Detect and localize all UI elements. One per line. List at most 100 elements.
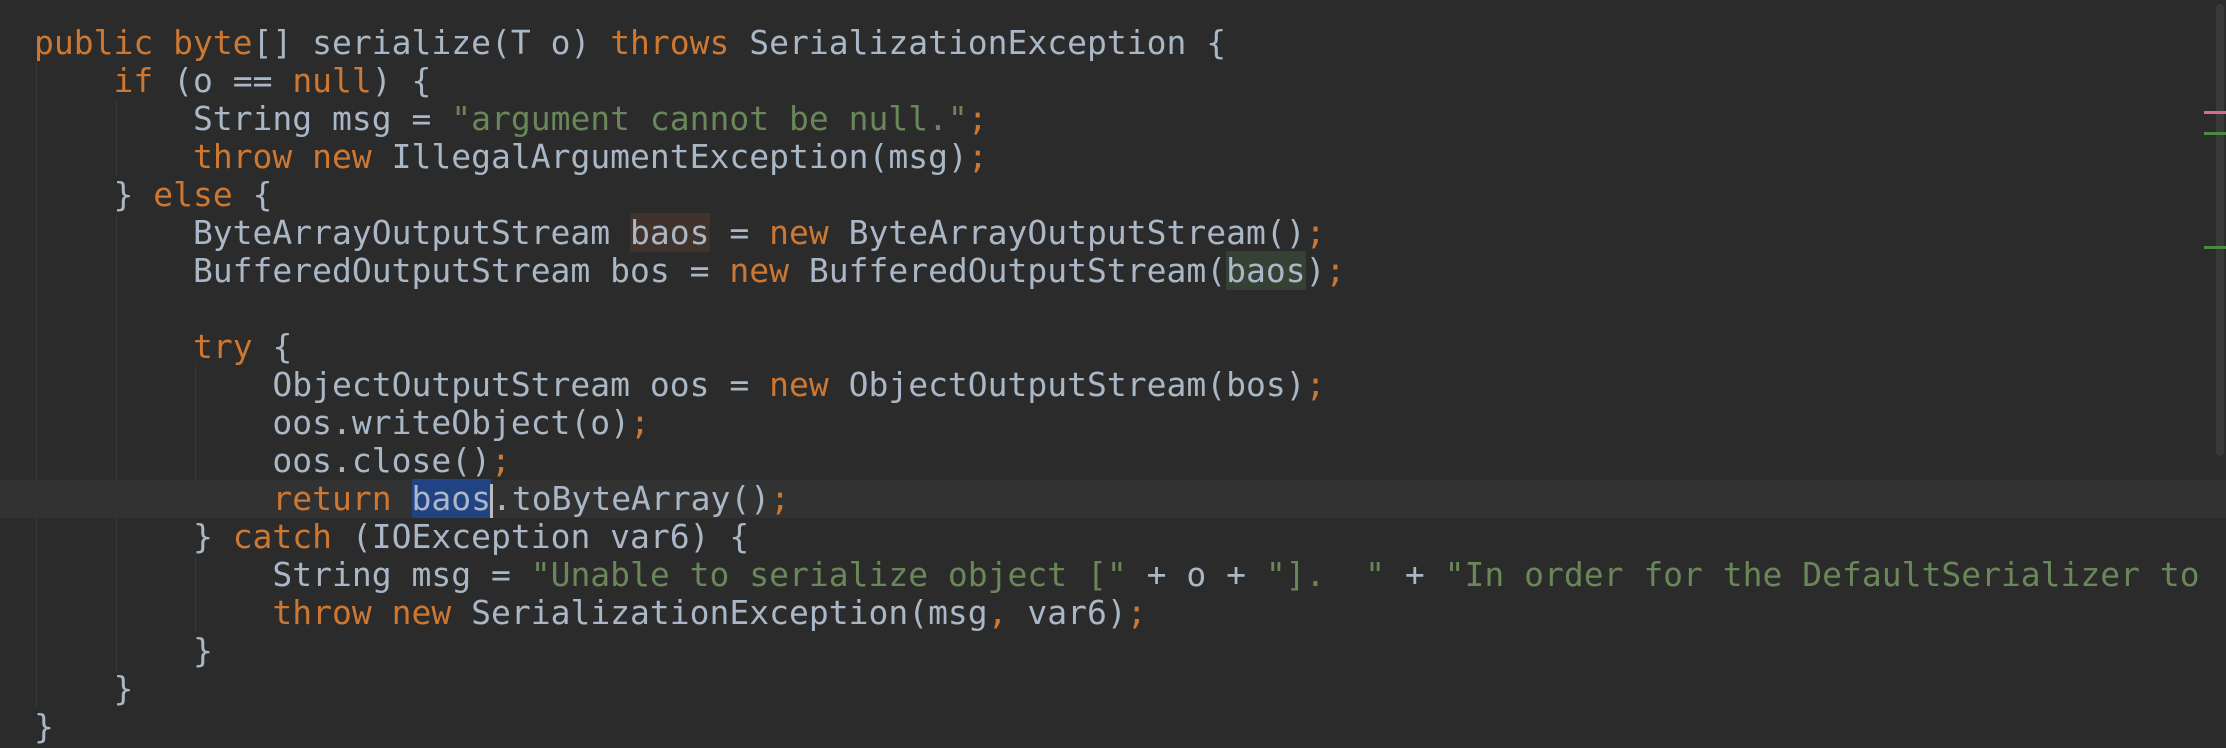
code-token: } [34,631,213,670]
string-literal: "argument cannot be null." [451,99,968,138]
code-line[interactable]: ObjectOutputStream oos = new ObjectOutpu… [0,366,2226,404]
code-text: try { [34,328,292,366]
code-line[interactable] [0,290,2226,328]
code-token: oos.writeObject(o) [34,403,631,442]
code-text: } catch (IOException var6) { [34,518,749,556]
code-text: oos.close(); [34,441,511,480]
code-line[interactable]: public byte[] serialize(T o) throws Seri… [0,24,2226,62]
punctuation-token: ; [1126,593,1147,632]
code-token: ) [1305,251,1326,290]
punctuation-token: ; [770,479,791,518]
code-token: + [1385,555,1445,594]
code-token: ObjectOutputStream(bos) [848,365,1306,404]
code-text: throw new SerializationException(msg, va… [34,593,1147,632]
keyword-token: new [769,213,849,252]
code-line[interactable]: } else { [0,176,2226,214]
punctuation-token: ; [1305,365,1326,404]
code-token: var6) [1027,593,1127,632]
keyword-token: new [729,251,809,290]
code-line[interactable]: ByteArrayOutputStream baos = new ByteArr… [0,213,2226,252]
code-token: BufferedOutputStream( [808,251,1227,290]
keyword-token: catch [232,517,352,556]
code-line[interactable]: String msg = "argument cannot be null."; [0,100,2226,138]
code-token: oos.close() [34,441,491,480]
punctuation-token: , [987,593,1028,632]
code-text: throw new IllegalArgumentException(msg); [34,138,988,176]
keyword-token: if [113,61,174,100]
code-token: String msg = [34,555,531,594]
code-token: ) { [371,61,432,100]
code-token: } [34,175,154,214]
code-text: oos.writeObject(o); [34,404,650,442]
code-text: } [34,670,133,708]
code-text: public byte[] serialize(T o) throws Seri… [34,24,1226,62]
string-literal: "In order for the DefaultSerializer to [1444,555,2200,594]
code-line[interactable]: throw new SerializationException(msg, va… [0,594,2226,632]
code-line[interactable]: try { [0,328,2226,366]
code-token: + o + [1126,555,1266,594]
keyword-token: throw new [192,137,392,176]
keyword-token: return [272,479,412,518]
keyword-token: try [192,327,273,366]
code-token: = [709,213,770,252]
code-editor[interactable]: public byte[] serialize(T o) throws Seri… [0,0,2226,748]
code-token: (o == [173,61,293,100]
punctuation-token: ; [490,441,511,480]
punctuation-token: ; [1305,213,1326,252]
code-token: ByteArrayOutputStream [34,213,631,252]
variable-read-usage: baos [1226,251,1306,290]
code-line[interactable]: if (o == null) { [0,62,2226,100]
code-token: SerializationException { [749,23,1227,62]
code-token: BufferedOutputStream bos = [34,251,730,290]
punctuation-token: ; [967,99,988,138]
code-text: } [34,708,54,746]
code-token: [] serialize(T o) [252,23,611,62]
keyword-token: throws [610,23,750,62]
keyword-token: throw new [272,593,472,632]
keyword-token: else [153,175,253,214]
string-literal: "Unable to serialize object [" [530,555,1127,594]
code-line[interactable]: } [0,670,2226,708]
code-line[interactable]: } [0,708,2226,746]
code-text: String msg = "argument cannot be null."; [34,100,988,138]
code-token: .toByteArray() [491,479,771,518]
code-token: { [252,175,273,214]
code-text: BufferedOutputStream bos = new BufferedO… [34,251,1346,290]
code-text: if (o == null) { [34,62,431,100]
keyword-token: public [34,23,174,62]
variable-write-usage: baos [630,213,710,252]
code-token: String msg = [34,99,452,138]
punctuation-token: ; [967,137,988,176]
keyword-token: null [292,61,372,100]
code-line[interactable]: } [0,632,2226,670]
code-text: } [34,632,213,670]
stripe-marker[interactable] [2204,132,2226,135]
scrollbar-thumb[interactable] [2216,4,2224,456]
code-text: ByteArrayOutputStream baos = new ByteArr… [34,213,1326,252]
code-text: String msg = "Unable to serialize object… [34,555,2200,594]
code-line[interactable]: oos.close(); [0,442,2226,480]
punctuation-token: ; [1325,251,1346,290]
code-line[interactable]: throw new IllegalArgumentException(msg); [0,138,2226,176]
stripe-marker[interactable] [2204,246,2226,249]
code-token: IllegalArgumentException(msg) [391,137,968,176]
stripe-marker[interactable] [2204,111,2226,114]
code-token: { [272,327,293,366]
code-text: ObjectOutputStream oos = new ObjectOutpu… [34,366,1325,404]
code-line[interactable]: BufferedOutputStream bos = new BufferedO… [0,251,2226,290]
code-token: (IOException var6) { [351,517,750,556]
code-text: return baos.toByteArray(); [34,479,791,518]
code-line[interactable]: String msg = "Unable to serialize object… [0,556,2226,594]
code-line[interactable]: } catch (IOException var6) { [0,518,2226,556]
code-line-current[interactable]: return baos.toByteArray(); [0,479,2226,518]
selected-identifier: baos [411,479,491,518]
keyword-token: byte [173,23,253,62]
code-token: } [34,517,233,556]
punctuation-token: ; [630,403,650,442]
string-literal: "]. " [1265,555,1386,594]
code-line[interactable]: oos.writeObject(o); [0,404,2226,442]
